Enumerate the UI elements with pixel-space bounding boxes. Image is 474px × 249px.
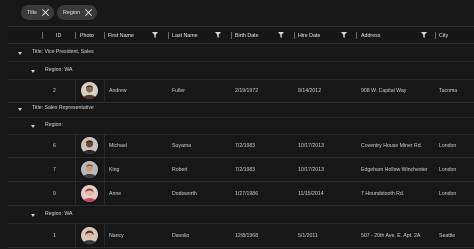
filter-icon[interactable] [152,32,158,38]
avatar [81,82,98,99]
cell-divider [104,224,105,248]
cell-last-name: Davolio [172,233,190,239]
filter-icon[interactable] [421,32,427,38]
cell-id: 6 [53,143,56,149]
cell-last-name: Robert [172,167,188,173]
cell-divider [104,158,105,182]
cell-divider [75,134,76,158]
cell-address: Coventry House Miner Rd. [361,143,423,149]
avatar [81,185,98,202]
cell-birth-date: 7/2/1983 [235,143,256,149]
chevron-down-icon[interactable] [18,108,22,111]
cell-birth-date: 7/2/1983 [235,167,256,173]
table-row[interactable]: 1 Nancy Davolio 12/8/1968 5/1/2011 507 -… [8,224,474,248]
chevron-down-icon[interactable] [31,70,35,73]
cell-divider [75,182,76,206]
column-separator[interactable] [231,32,232,39]
chip-label: Region [63,9,81,16]
cell-birth-date: 12/8/1968 [235,233,259,239]
cell-last-name: Fuller [172,88,185,94]
column-separator[interactable] [104,32,105,39]
column-header-address[interactable]: Address [361,27,380,44]
cell-hire-date: 10/17/2013 [298,143,324,149]
cell-address: 7 Houndstooth Rd. [361,191,405,197]
column-separator[interactable] [75,32,76,39]
avatar [81,227,98,244]
group-row-region[interactable]: Region: WA [8,62,474,80]
avatar [81,137,98,154]
group-label: Region: [45,122,63,128]
cell-divider [104,134,105,158]
group-row-region[interactable]: Region: [8,117,474,135]
cell-hire-date: 10/17/2013 [298,167,324,173]
avatar [81,161,98,178]
column-separator[interactable] [356,32,357,39]
column-separator[interactable] [435,32,436,39]
group-row-region[interactable]: Region: WA [8,206,474,224]
cell-first-name: King [109,167,120,173]
cell-city: Tacoma [439,88,458,94]
filter-icon[interactable] [278,32,284,38]
chip-label: Title [27,9,37,16]
table-row[interactable]: 6 Michael Suyama 7/2/1983 10/17/2013 Cov… [8,134,474,158]
cell-birth-date: 1/27/1986 [235,191,259,197]
group-row-title[interactable]: Title: Vice President, Sales [8,44,474,62]
chevron-down-icon[interactable] [18,52,22,55]
cell-first-name: Michael [109,143,127,149]
column-header-hire-date[interactable]: Hire Date [298,27,320,44]
cell-city: London [439,167,457,173]
column-separator[interactable] [294,32,295,39]
cell-first-name: Andrew [109,88,127,94]
group-row-title[interactable]: Title: Sales Representative [8,100,474,118]
cell-last-name: Dodsworth [172,191,197,197]
cell-birth-date: 2/19/1972 [235,88,259,94]
group-label: Region: WA [45,67,73,73]
filter-icon[interactable] [215,32,221,38]
table-row[interactable]: 7 King Robert 7/2/1983 10/17/2013 Edgeha… [8,158,474,182]
column-separator[interactable] [168,32,169,39]
groupby-chip-region[interactable]: Region [57,5,98,20]
column-header-id[interactable]: ID [56,27,61,44]
cell-id: 2 [53,88,56,94]
chevron-down-icon[interactable] [31,125,35,128]
group-label: Title: Sales Representative [32,105,94,111]
cell-first-name: Anne [109,191,122,197]
group-label: Title: Vice President, Sales [32,49,94,55]
cell-id: 1 [53,233,56,239]
cell-city: Seattle [439,233,456,239]
cell-divider [75,224,76,248]
column-separator[interactable] [42,32,43,39]
group-label: Region: WA [45,211,73,217]
cell-divider [75,158,76,182]
cell-hire-date: 8/14/2012 [298,88,322,94]
column-header-photo[interactable]: Photo [80,27,94,44]
grid-header: ID Photo First Name Last Name Birth Date… [8,26,474,44]
cell-id: 9 [53,191,56,197]
close-icon[interactable] [42,9,49,16]
cell-divider [104,182,105,206]
cell-last-name: Suyama [172,143,192,149]
cell-id: 7 [53,167,56,173]
cell-hire-date: 11/15/2014 [298,191,324,197]
cell-city: London [439,143,457,149]
chevron-down-icon[interactable] [31,214,35,217]
cell-address: 507 - 20th Ave. E. Apt. 2A [361,233,421,239]
cell-hire-date: 5/1/2011 [298,233,318,239]
table-row[interactable]: 9 Anne Dodsworth 1/27/1986 11/15/2014 7 … [8,182,474,206]
column-header-last-name[interactable]: Last Name [172,27,198,44]
cell-first-name: Nancy [109,233,124,239]
column-header-first-name[interactable]: First Name [108,27,134,44]
cell-city: London [439,191,457,197]
cell-address: Edgeham Hollow Winchester [361,167,428,173]
groupby-chip-title[interactable]: Title [21,5,54,20]
cell-address: 908 W. Capital Way [361,88,407,94]
close-icon[interactable] [85,9,92,16]
column-header-birth-date[interactable]: Birth Date [235,27,259,44]
filter-icon[interactable] [341,32,347,38]
column-header-city[interactable]: City [439,27,448,44]
